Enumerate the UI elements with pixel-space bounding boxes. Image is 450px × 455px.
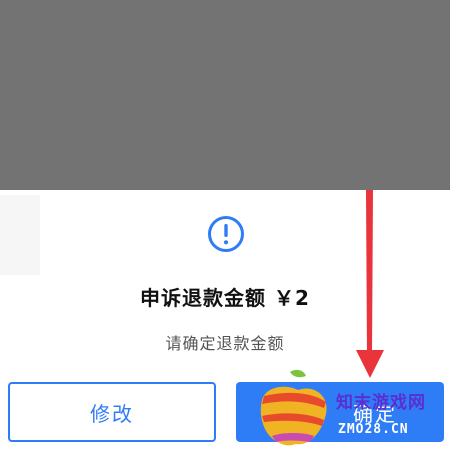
modal-backdrop[interactable] [0,0,450,190]
watermark: 知末游戏网 ZMO28.CN [252,366,450,455]
background-strip [0,195,40,275]
info-circle-icon [208,216,244,252]
screen: 申诉退款金额 ￥2 请确定退款金额 修改 确定 知末游戏网 ZMO28.CN [0,0,450,455]
modify-button[interactable]: 修改 [8,382,216,442]
watermark-text-cn: 知末游戏网 [336,393,426,413]
watermark-text-en: ZMO28.CN [338,422,409,437]
fruit-logo-icon [260,369,327,446]
red-arrow-down-icon [356,190,384,378]
